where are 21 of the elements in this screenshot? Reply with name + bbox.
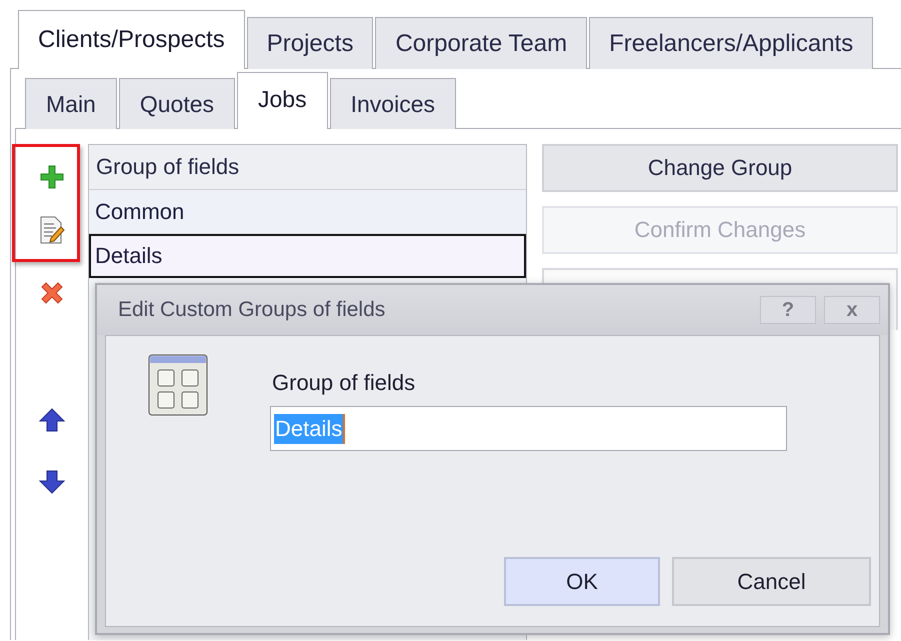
sub-tab[interactable]: Main — [25, 78, 117, 129]
section-tab[interactable]: Freelancers/Applicants — [589, 17, 874, 69]
sub-tab[interactable]: Invoices — [330, 78, 456, 129]
column-header[interactable]: Group of fields — [89, 145, 526, 190]
grid-row[interactable]: Details — [89, 234, 526, 278]
up-arrow-icon[interactable] — [38, 407, 66, 433]
section-tab[interactable]: Corporate Team — [375, 17, 588, 69]
action-button[interactable]: Change Group — [542, 144, 898, 192]
section-tab[interactable]: Clients/Prospects — [18, 10, 245, 69]
dialog-button[interactable]: Cancel — [672, 557, 871, 606]
grid-window-icon — [148, 354, 208, 416]
grid-row[interactable]: Common — [89, 190, 526, 234]
section-tab[interactable]: Projects — [246, 17, 374, 69]
sub-tab[interactable]: Quotes — [118, 78, 236, 129]
document-pencil-icon[interactable] — [39, 214, 65, 244]
sub-tab[interactable]: Jobs — [237, 72, 328, 129]
field-label: Group of fields — [272, 370, 416, 396]
dialog-title: Edit Custom Groups of fields — [118, 298, 386, 322]
plus-icon[interactable] — [38, 162, 66, 190]
dialog-button[interactable]: OK — [504, 557, 660, 606]
down-arrow-icon[interactable] — [38, 469, 66, 495]
